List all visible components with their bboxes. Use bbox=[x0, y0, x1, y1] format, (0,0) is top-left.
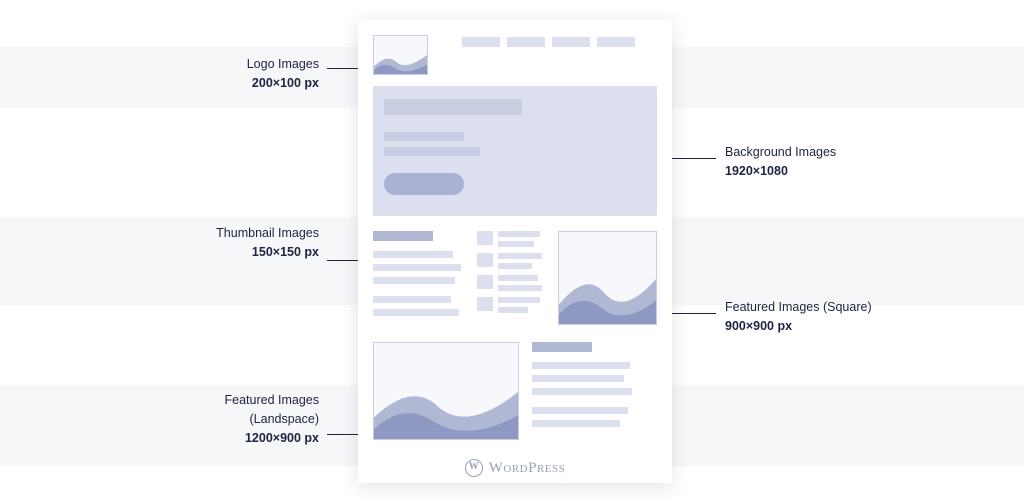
text-line bbox=[373, 251, 453, 258]
callout-dim: 1920×1080 bbox=[725, 162, 836, 181]
thumbnail-image-placeholder bbox=[477, 253, 493, 267]
thumbnail-image-placeholder bbox=[477, 231, 493, 245]
callout-dim: 900×900 px bbox=[725, 317, 872, 336]
callout-title: Background Images bbox=[725, 143, 836, 162]
hero-text-line bbox=[384, 132, 464, 141]
callout-dim: 150×150 px bbox=[199, 243, 319, 262]
text-line bbox=[373, 277, 455, 284]
text-line bbox=[373, 264, 461, 271]
page-wireframe: WordPress bbox=[358, 20, 672, 483]
text-line bbox=[532, 407, 628, 414]
text-line bbox=[532, 388, 632, 395]
hero-heading-line bbox=[384, 99, 522, 115]
text-line bbox=[498, 275, 538, 281]
callout-title: Thumbnail Images bbox=[199, 224, 319, 243]
wordpress-brand: WordPress bbox=[358, 459, 672, 477]
text-line bbox=[498, 307, 528, 313]
text-line bbox=[498, 297, 540, 303]
text-line bbox=[498, 231, 540, 237]
text-line bbox=[498, 263, 532, 269]
callout-square: Featured Images (Square) 900×900 px bbox=[725, 298, 872, 336]
brand-text: WordPress bbox=[489, 460, 566, 477]
text-line bbox=[498, 285, 542, 291]
text-line bbox=[498, 253, 542, 259]
nav-item bbox=[507, 37, 545, 47]
callout-title: Featured Images bbox=[189, 391, 319, 410]
nav-item bbox=[597, 37, 635, 47]
callout-logo: Logo Images 200×100 px bbox=[199, 55, 319, 93]
callout-title: Featured Images (Square) bbox=[725, 298, 872, 317]
nav-item bbox=[462, 37, 500, 47]
callout-thumbnail: Thumbnail Images 150×150 px bbox=[199, 224, 319, 262]
thumbnail-image-placeholder bbox=[477, 297, 493, 311]
callout-dim: 1200×900 px bbox=[189, 429, 319, 448]
callout-title2: (Landspace) bbox=[189, 410, 319, 429]
thumbnail-image-placeholder bbox=[477, 275, 493, 289]
text-line bbox=[373, 296, 451, 303]
column-heading bbox=[373, 231, 433, 241]
featured-square-image-placeholder bbox=[558, 231, 657, 325]
hero-cta-button bbox=[384, 173, 464, 195]
callout-background: Background Images 1920×1080 bbox=[725, 143, 836, 181]
callout-dim: 200×100 px bbox=[199, 74, 319, 93]
text-line bbox=[373, 309, 459, 316]
wordpress-logo-icon bbox=[465, 459, 483, 477]
callout-landscape: Featured Images (Landspace) 1200×900 px bbox=[189, 391, 319, 447]
callout-title: Logo Images bbox=[199, 55, 319, 74]
text-line bbox=[498, 241, 534, 247]
logo-image-placeholder bbox=[373, 35, 428, 75]
featured-landscape-image-placeholder bbox=[373, 342, 519, 440]
text-line bbox=[532, 362, 630, 369]
hero-text-line bbox=[384, 147, 480, 156]
nav-item bbox=[552, 37, 590, 47]
text-line bbox=[532, 420, 620, 427]
column-heading bbox=[532, 342, 592, 352]
text-line bbox=[532, 375, 624, 382]
